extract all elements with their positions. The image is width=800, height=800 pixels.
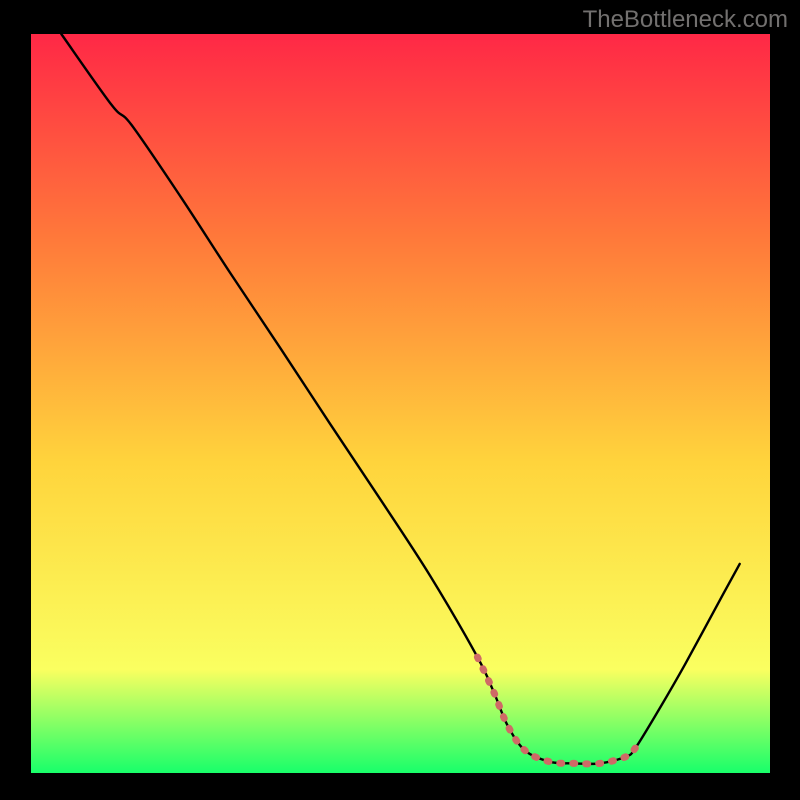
chart-root: TheBottleneck.com — [0, 0, 800, 800]
plot-background — [31, 34, 770, 773]
bottleneck-chart — [0, 0, 800, 800]
watermark-text: TheBottleneck.com — [583, 6, 788, 34]
